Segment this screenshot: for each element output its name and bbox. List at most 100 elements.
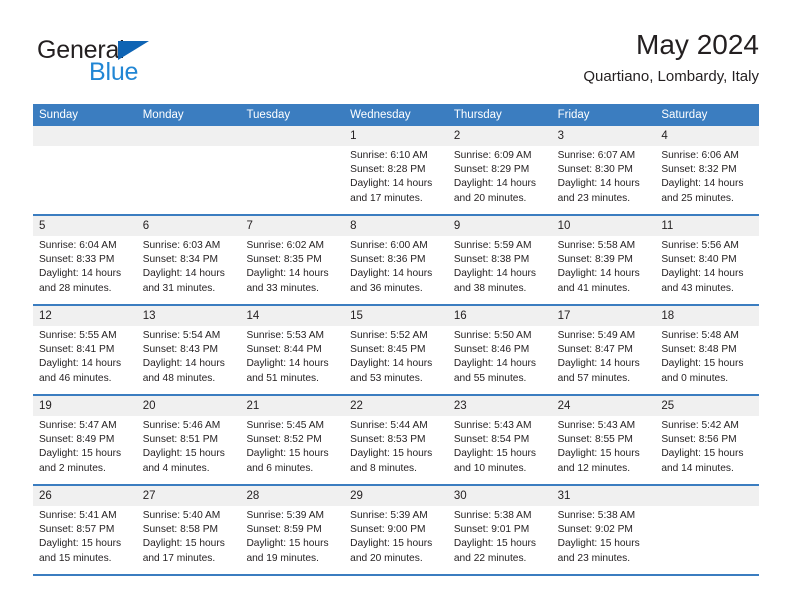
day-cell[interactable]: 26 Sunrise: 5:41 AM Sunset: 8:57 PM Dayligh… bbox=[33, 486, 137, 574]
day-details: Sunrise: 6:03 AM Sunset: 8:34 PM Daylight:… bbox=[137, 236, 241, 296]
sunrise-text: Sunrise: 5:44 AM bbox=[350, 420, 428, 431]
sunrise-text: Sunrise: 6:04 AM bbox=[39, 240, 117, 251]
day-details: Sunrise: 6:10 AM Sunset: 8:28 PM Daylight:… bbox=[344, 146, 448, 206]
sunrise-text: Sunrise: 5:43 AM bbox=[453, 420, 532, 431]
weekday-header-thursday: Thursday bbox=[453, 109, 502, 121]
daylight-text: Daylight: 15 hours bbox=[39, 538, 122, 550]
sunrise-text: Sunrise: 5:38 AM bbox=[453, 510, 532, 521]
day-cell[interactable]: 28 Sunrise: 5:39 AM Sunset: 8:59 PM Dayligh… bbox=[240, 486, 345, 574]
sunset-text: Sunset: 8:52 PM bbox=[246, 434, 322, 446]
day-number: 7 bbox=[240, 216, 345, 236]
sunset-text: Sunset: 8:40 PM bbox=[661, 254, 737, 266]
calendar-week-row: 12 Sunrise: 5:55 AM Sunset: 8:41 PM Dayligh… bbox=[33, 306, 760, 396]
day-cell[interactable]: 29 Sunrise: 5:39 AM Sunset: 9:00 PM Dayligh… bbox=[344, 486, 448, 574]
day-cell[interactable]: 5 Sunrise: 6:04 AM Sunset: 8:33 PM Daylight… bbox=[33, 216, 137, 304]
sunrise-text: Sunrise: 5:54 AM bbox=[142, 330, 221, 341]
daylight-text: Daylight: 14 hours bbox=[661, 178, 744, 190]
page-header: General Blue May 2024 Quartiano, Lombard… bbox=[33, 28, 759, 96]
daylight-text-cont: and 2 minutes. bbox=[39, 462, 106, 474]
day-number: 19 bbox=[33, 396, 137, 416]
sunset-text: Sunset: 8:58 PM bbox=[142, 524, 219, 536]
day-cell[interactable]: 21 Sunrise: 5:45 AM Sunset: 8:52 PM Dayligh… bbox=[240, 396, 345, 484]
day-number: 29 bbox=[344, 486, 448, 506]
daylight-text-cont: and 0 minutes. bbox=[661, 372, 729, 384]
day-cell[interactable]: 9 Sunrise: 5:59 AM Sunset: 8:38 PM Daylight… bbox=[447, 216, 552, 304]
day-cell[interactable]: 22 Sunrise: 5:44 AM Sunset: 8:53 PM Dayligh… bbox=[344, 396, 448, 484]
day-cell[interactable]: 15 Sunrise: 5:52 AM Sunset: 8:45 PM Dayligh… bbox=[344, 306, 448, 394]
day-cell[interactable]: 1 Sunrise: 6:10 AM Sunset: 8:28 PM Daylight… bbox=[344, 126, 448, 214]
day-cell[interactable]: 25 Sunrise: 5:42 AM Sunset: 8:56 PM Dayligh… bbox=[655, 396, 760, 484]
general-blue-logo: General Blue bbox=[33, 36, 233, 88]
daylight-text: Daylight: 14 hours bbox=[246, 268, 329, 280]
day-cell[interactable]: 4 Sunrise: 6:06 AM Sunset: 8:32 PM Daylight… bbox=[655, 126, 760, 214]
daylight-text-cont: and 48 minutes. bbox=[142, 372, 216, 384]
sunset-text: Sunset: 8:59 PM bbox=[246, 524, 322, 536]
day-details: Sunrise: 5:55 AM Sunset: 8:41 PM Daylight:… bbox=[33, 326, 137, 386]
day-number: 22 bbox=[344, 396, 448, 416]
daylight-text-cont: and 17 minutes. bbox=[142, 552, 216, 564]
sunset-text: Sunset: 8:29 PM bbox=[453, 164, 530, 176]
day-cell[interactable]: 16 Sunrise: 5:50 AM Sunset: 8:46 PM Dayligh… bbox=[447, 306, 552, 394]
sunset-text: Sunset: 8:41 PM bbox=[39, 344, 115, 356]
calendar-grid: Sunday Monday Tuesday Wednesday Thursday Frid… bbox=[33, 104, 760, 576]
day-number: 15 bbox=[344, 306, 448, 326]
day-cell[interactable]: 13 Sunrise: 5:54 AM Sunset: 8:43 PM Dayligh… bbox=[136, 306, 241, 394]
sunrise-text: Sunrise: 5:56 AM bbox=[661, 240, 739, 251]
day-number: 31 bbox=[551, 486, 656, 506]
day-number: 30 bbox=[447, 486, 552, 506]
day-cell[interactable]: 6 Sunrise: 6:03 AM Sunset: 8:34 PM Daylight… bbox=[136, 216, 241, 304]
day-number: 26 bbox=[33, 486, 137, 506]
daylight-text-cont: and 55 minutes. bbox=[453, 372, 527, 384]
daylight-text-cont: and 20 minutes. bbox=[350, 552, 423, 564]
daylight-text-cont: and 57 minutes. bbox=[557, 372, 631, 384]
day-cell[interactable]: 31 Sunrise: 5:38 AM Sunset: 9:02 PM Dayligh… bbox=[551, 486, 656, 574]
daylight-text: Daylight: 15 hours bbox=[557, 538, 640, 550]
sunset-text: Sunset: 8:53 PM bbox=[350, 434, 426, 446]
day-cell[interactable]: 14 Sunrise: 5:53 AM Sunset: 8:44 PM Dayligh… bbox=[240, 306, 345, 394]
daylight-text: Daylight: 14 hours bbox=[557, 178, 640, 190]
day-cell[interactable]: 23 Sunrise: 5:43 AM Sunset: 8:54 PM Dayligh… bbox=[447, 396, 552, 484]
sunset-text: Sunset: 8:51 PM bbox=[142, 434, 219, 446]
day-cell[interactable]: 2 Sunrise: 6:09 AM Sunset: 8:29 PM Daylight… bbox=[447, 126, 552, 214]
sunset-text: Sunset: 8:32 PM bbox=[661, 164, 737, 176]
day-details: Sunrise: 5:59 AM Sunset: 8:38 PM Daylight:… bbox=[448, 236, 552, 296]
day-cell[interactable]: 27 Sunrise: 5:40 AM Sunset: 8:58 PM Dayligh… bbox=[136, 486, 241, 574]
day-cell[interactable]: 8 Sunrise: 6:00 AM Sunset: 8:36 PM Daylight… bbox=[344, 216, 448, 304]
day-cell[interactable]: 7 Sunrise: 6:02 AM Sunset: 8:35 PM Daylight… bbox=[240, 216, 345, 304]
sunrise-text: Sunrise: 6:09 AM bbox=[453, 150, 532, 161]
sunrise-text: Sunrise: 6:00 AM bbox=[350, 240, 428, 251]
daylight-text-cont: and 12 minutes. bbox=[557, 462, 631, 474]
weekday-header-tuesday: Tuesday bbox=[246, 109, 291, 121]
day-details: Sunrise: 5:39 AM Sunset: 9:00 PM Daylight:… bbox=[344, 506, 448, 566]
calendar-page: General Blue May 2024 Quartiano, Lombard… bbox=[0, 0, 792, 612]
weekday-header-wednesday: Wednesday bbox=[350, 109, 411, 121]
daylight-text-cont: and 53 minutes. bbox=[350, 372, 423, 384]
calendar-weeks: 1 Sunrise: 6:10 AM Sunset: 8:28 PM Daylight… bbox=[33, 126, 760, 576]
title-block: May 2024 Quartiano, Lombardy, Italy bbox=[583, 28, 759, 88]
day-cell[interactable]: 20 Sunrise: 5:46 AM Sunset: 8:51 PM Dayligh… bbox=[136, 396, 241, 484]
day-cell[interactable]: 12 Sunrise: 5:55 AM Sunset: 8:41 PM Dayligh… bbox=[33, 306, 137, 394]
day-details: Sunrise: 5:52 AM Sunset: 8:45 PM Daylight:… bbox=[344, 326, 448, 386]
page-subtitle: Quartiano, Lombardy, Italy bbox=[583, 68, 759, 85]
day-details bbox=[33, 146, 137, 149]
day-cell[interactable]: 11 Sunrise: 5:56 AM Sunset: 8:40 PM Dayligh… bbox=[655, 216, 760, 304]
day-cell[interactable]: 19 Sunrise: 5:47 AM Sunset: 8:49 PM Dayligh… bbox=[33, 396, 137, 484]
day-cell[interactable]: 30 Sunrise: 5:38 AM Sunset: 9:01 PM Dayligh… bbox=[447, 486, 552, 574]
sunrise-text: Sunrise: 5:39 AM bbox=[246, 510, 325, 521]
day-cell[interactable]: 18 Sunrise: 5:48 AM Sunset: 8:48 PM Dayligh… bbox=[655, 306, 760, 394]
daylight-text: Daylight: 14 hours bbox=[350, 358, 433, 370]
day-cell[interactable]: 17 Sunrise: 5:49 AM Sunset: 8:47 PM Dayligh… bbox=[551, 306, 656, 394]
daylight-text-cont: and 25 minutes. bbox=[661, 192, 734, 204]
daylight-text: Daylight: 15 hours bbox=[246, 538, 329, 550]
day-number bbox=[136, 126, 241, 146]
day-cell-empty bbox=[240, 126, 345, 214]
day-cell[interactable]: 24 Sunrise: 5:43 AM Sunset: 8:55 PM Dayligh… bbox=[551, 396, 656, 484]
daylight-text-cont: and 41 minutes. bbox=[557, 282, 631, 294]
daylight-text: Daylight: 14 hours bbox=[39, 268, 122, 280]
sunrise-text: Sunrise: 5:49 AM bbox=[557, 330, 636, 341]
day-number: 6 bbox=[136, 216, 241, 236]
day-cell[interactable]: 3 Sunrise: 6:07 AM Sunset: 8:30 PM Daylight… bbox=[551, 126, 656, 214]
daylight-text-cont: and 4 minutes. bbox=[142, 462, 210, 474]
day-cell[interactable]: 10 Sunrise: 5:58 AM Sunset: 8:39 PM Dayligh… bbox=[551, 216, 656, 304]
day-number bbox=[240, 126, 345, 146]
